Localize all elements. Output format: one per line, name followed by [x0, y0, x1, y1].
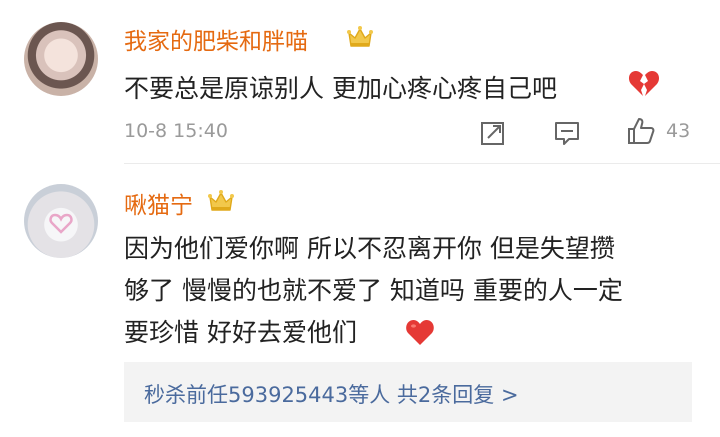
comment-text: 不要总是原谅别人 更加心疼心疼自己吧: [124, 74, 557, 103]
red-heart-icon: [406, 320, 434, 345]
like-count: 43: [666, 120, 691, 142]
avatar-heart-icon: [49, 213, 73, 234]
divider: [124, 163, 720, 164]
avatar[interactable]: [24, 22, 98, 96]
comment-timestamp: 10-8 15:40: [124, 120, 228, 142]
comment-text-line: 够了 慢慢的也就不爱了 知道吗 重要的人一定: [124, 276, 623, 305]
avatar[interactable]: [24, 184, 98, 258]
view-replies-link[interactable]: 秒杀前任593925443等人 共2条回复 >: [144, 379, 519, 409]
share-icon[interactable]: [478, 118, 508, 148]
comment-icon[interactable]: [552, 118, 582, 148]
comment-username[interactable]: 我家的肥柴和胖喵: [124, 22, 308, 56]
crown-icon: [208, 190, 234, 211]
comment-username[interactable]: 啾猫宁: [124, 186, 193, 220]
comment-text-line: 因为他们爱你啊 所以不忍离开你 但是失望攒: [124, 234, 615, 263]
broken-heart-icon: [628, 71, 660, 96]
thumbs-up-icon[interactable]: [626, 116, 656, 146]
crown-icon: [347, 26, 373, 47]
